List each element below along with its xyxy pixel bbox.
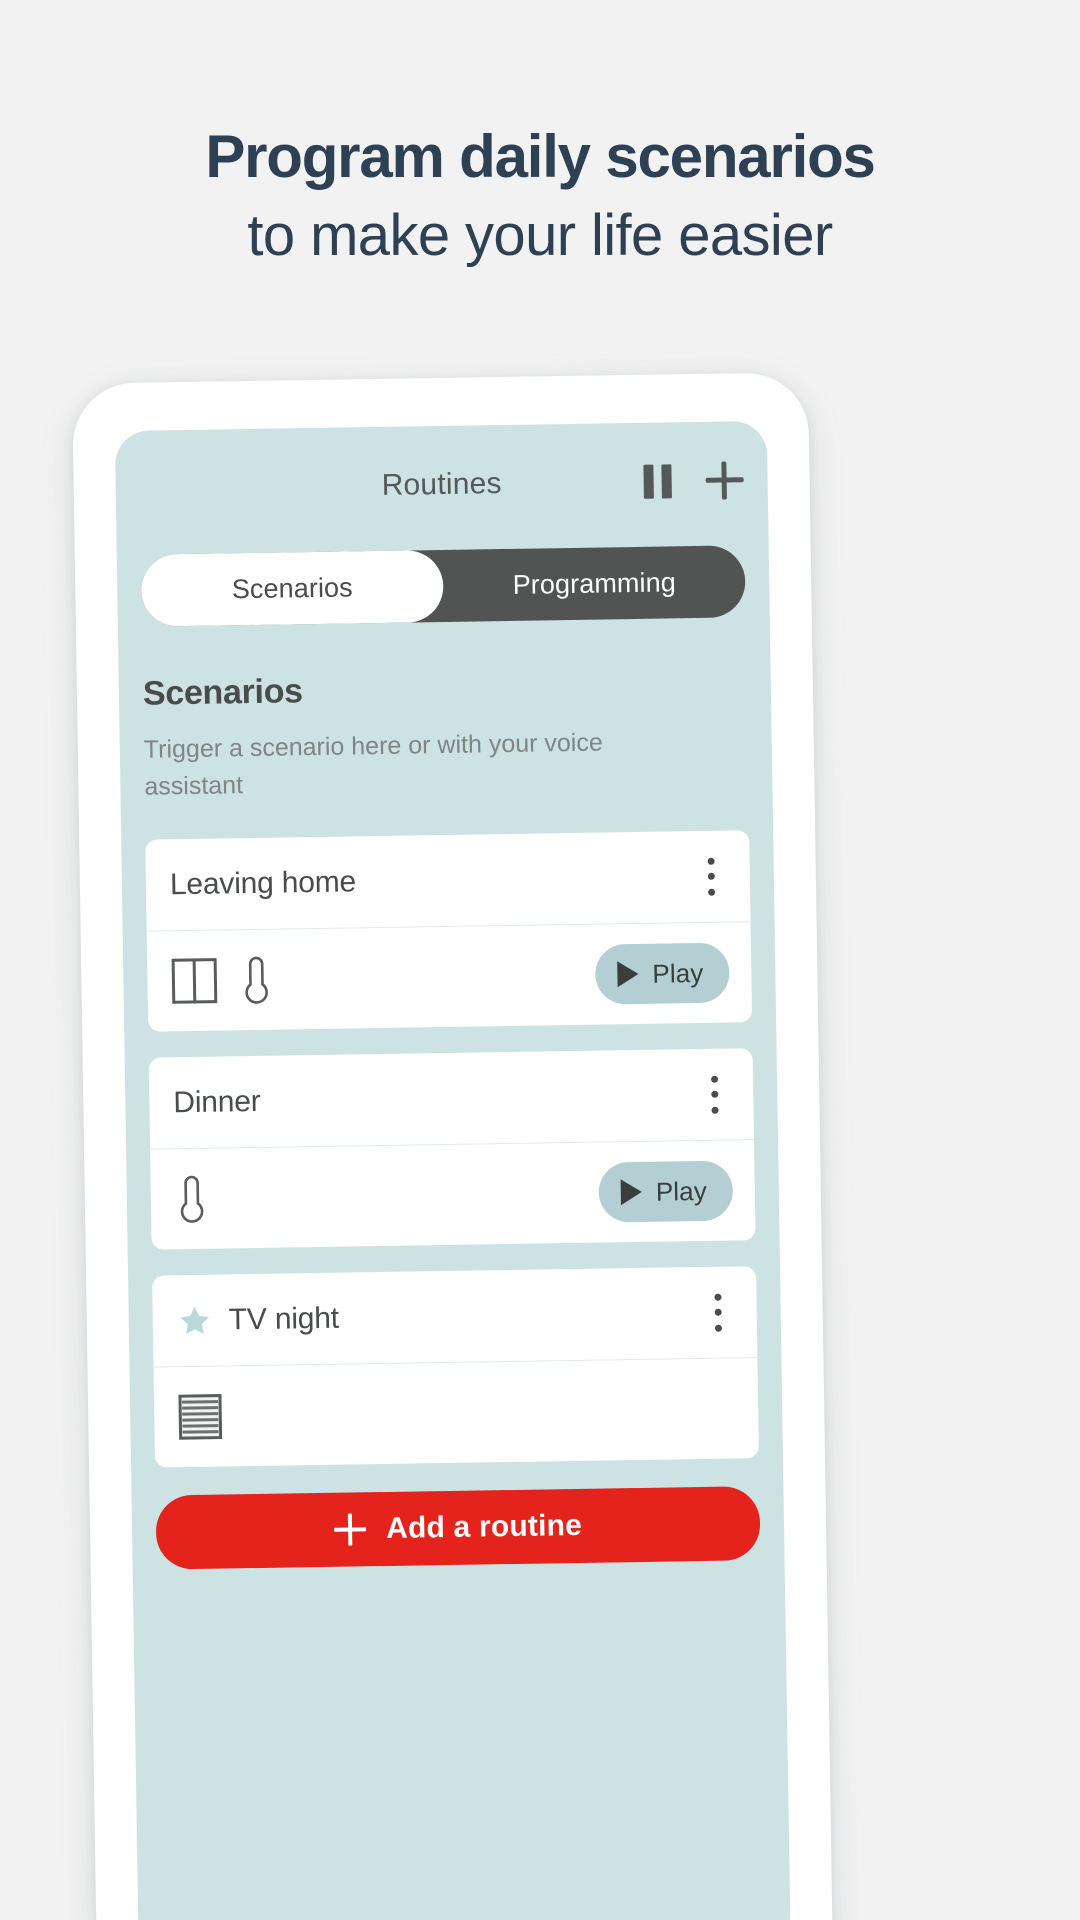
add-routine-button[interactable]: Add a routine — [155, 1486, 761, 1570]
plus-icon[interactable] — [705, 461, 744, 500]
scenario-card[interactable]: Leaving home Play — [145, 830, 753, 1032]
section-title: Scenarios — [142, 672, 304, 713]
kebab-dot — [707, 888, 715, 896]
scenario-name: Leaving home — [169, 864, 357, 901]
shutter-icon — [171, 958, 218, 1004]
device-icon-group — [171, 949, 574, 1007]
kebab-dot — [710, 1075, 718, 1083]
headline-line-1: Program daily scenarios — [205, 123, 876, 190]
cta-container: Add a routine — [131, 1458, 785, 1570]
thermostat-icon — [180, 1175, 204, 1223]
scenario-card[interactable]: Dinner Play — [148, 1048, 756, 1250]
pause-icon[interactable] — [643, 464, 672, 499]
scenario-list: Leaving home Play Dinner Play TV night — [121, 796, 783, 1468]
kebab-dot — [707, 857, 715, 865]
tab-bar: Scenarios Programming — [140, 545, 746, 627]
scenario-card-header: TV night — [152, 1266, 758, 1368]
device-icon-group — [174, 1167, 577, 1225]
promo-headline: Program daily scenarios to make your lif… — [0, 118, 1080, 276]
play-icon — [617, 960, 639, 988]
scenario-name: TV night — [228, 1301, 340, 1336]
play-button-label: Play — [655, 1175, 708, 1207]
phone-frame: Routines Scenarios Programming Scenarios… — [72, 372, 834, 1920]
scenario-card-body: Play — [150, 1140, 755, 1249]
section-subtitle: Trigger a scenario here or with your voi… — [143, 728, 603, 801]
scenario-card-body — [154, 1358, 759, 1467]
tab-scenarios[interactable]: Scenarios — [140, 549, 444, 627]
kebab-menu-icon[interactable] — [700, 1290, 735, 1335]
kebab-dot — [714, 1324, 722, 1332]
kebab-menu-icon[interactable] — [694, 854, 729, 899]
kebab-dot — [707, 872, 715, 880]
pause-bar-left — [643, 464, 654, 499]
kebab-dot — [710, 1090, 718, 1098]
phone-screen: Routines Scenarios Programming Scenarios… — [114, 420, 792, 1920]
play-button[interactable]: Play — [598, 1160, 734, 1223]
app-header: Routines — [115, 421, 769, 549]
add-routine-label: Add a routine — [385, 1508, 583, 1545]
kebab-dot — [714, 1308, 722, 1316]
scenario-name: Dinner — [173, 1084, 261, 1119]
tab-programming[interactable]: Programming — [443, 545, 746, 622]
favorite-star-icon[interactable] — [176, 1302, 213, 1339]
scenario-card-header: Leaving home — [145, 830, 751, 932]
scenarios-section-header: Scenarios Trigger a scenario here or wit… — [118, 617, 773, 806]
kebab-dot — [713, 1293, 722, 1301]
kebab-menu-icon[interactable] — [697, 1072, 732, 1117]
device-icon-group — [178, 1385, 737, 1440]
pause-bar-right — [661, 464, 672, 499]
headline-line-2: to make your life easier — [247, 203, 833, 268]
blind-icon — [178, 1394, 223, 1440]
scenario-card-body: Play — [147, 922, 752, 1031]
play-icon — [620, 1178, 643, 1206]
scenario-card[interactable]: TV night — [152, 1266, 760, 1468]
scenario-card-header: Dinner — [148, 1048, 755, 1150]
header-actions — [643, 461, 744, 501]
kebab-dot — [710, 1106, 719, 1114]
play-button[interactable]: Play — [594, 942, 730, 1005]
thermostat-icon — [245, 956, 268, 1004]
plus-icon — [334, 1513, 366, 1545]
play-button-label: Play — [652, 957, 704, 989]
